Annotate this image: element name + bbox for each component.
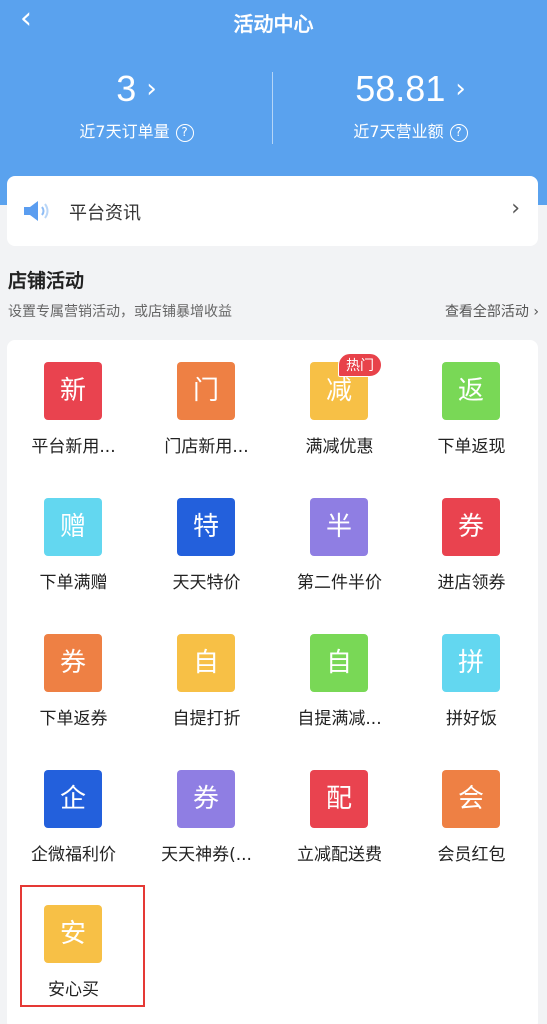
- activity-tile[interactable]: 新平台新用...: [7, 340, 140, 470]
- stat-divider: [272, 72, 273, 144]
- page-title: 活动中心: [233, 12, 314, 36]
- activity-label: 天天神券(...: [161, 845, 252, 865]
- activity-icon: 自: [177, 634, 235, 692]
- activity-grid: 新平台新用... 门门店新用... 减满减优惠返下单返现赠下单满赠特天天特价半第二件…: [7, 340, 538, 1024]
- activity-label: 下单满赠: [39, 573, 108, 593]
- activity-icon: 会: [442, 770, 500, 828]
- platform-news-bar[interactable]: 平台资讯 ›: [7, 176, 538, 246]
- activity-icon: 赠: [44, 498, 102, 556]
- view-all-label: 查看全部活动: [444, 304, 529, 320]
- activity-tile[interactable]: 门门店新用...: [140, 340, 273, 470]
- stat-orders[interactable]: 3 › 近7天订单量?: [0, 66, 273, 142]
- activity-icon: 配: [310, 770, 368, 828]
- activity-label: 下单返现: [437, 437, 506, 457]
- activity-label: 下单返券: [39, 709, 108, 729]
- activity-label: 满减优惠: [305, 437, 374, 457]
- activity-tile[interactable]: 券下单返券: [7, 612, 140, 742]
- activity-tile[interactable]: 会会员红包: [405, 748, 538, 878]
- activity-tile[interactable]: 券进店领券: [405, 476, 538, 606]
- stat-revenue[interactable]: 58.81 › 近7天营业额?: [274, 66, 547, 142]
- stat-orders-value: 3: [116, 68, 137, 109]
- chevron-right-icon: ›: [511, 196, 520, 221]
- activity-icon: 券: [442, 498, 500, 556]
- activity-label: 第二件半价: [297, 573, 382, 593]
- activity-tile[interactable]: 券天天神券(...: [140, 748, 273, 878]
- activity-tile[interactable]: 自自提满减...: [273, 612, 406, 742]
- section-title: 店铺活动: [8, 270, 85, 292]
- activity-icon: 券: [44, 634, 102, 692]
- stat-orders-label: 近7天订单量: [79, 122, 170, 141]
- activity-label: 天天特价: [172, 573, 241, 593]
- activity-tile[interactable]: 拼拼好饭: [405, 612, 538, 742]
- activity-label: 进店领券: [437, 573, 506, 593]
- activity-tile[interactable]: 企企微福利价: [7, 748, 140, 878]
- activity-icon: 特: [177, 498, 235, 556]
- activity-label: 自提打折: [172, 709, 241, 729]
- activity-label: 企微福利价: [31, 845, 116, 865]
- activity-icon: 半: [310, 498, 368, 556]
- activity-label: 拼好饭: [446, 709, 497, 729]
- activity-tile[interactable]: 自自提打折: [140, 612, 273, 742]
- activity-label: 会员红包: [437, 845, 506, 865]
- section-subtitle: 设置专属营销活动，或店铺暴增收益: [8, 304, 232, 320]
- activity-tile[interactable]: 安安心买: [7, 883, 140, 1013]
- chevron-right-icon: ›: [455, 74, 466, 104]
- hot-badge: 热门: [338, 353, 382, 377]
- activity-icon: 门: [177, 362, 235, 420]
- stat-revenue-label: 近7天营业额: [353, 122, 444, 141]
- view-all-link[interactable]: 查看全部活动 ›: [445, 301, 539, 321]
- question-icon[interactable]: ?: [175, 124, 194, 142]
- chevron-right-icon: ›: [146, 74, 157, 104]
- activity-icon: 新: [44, 362, 102, 420]
- activity-label: 门店新用...: [164, 437, 249, 457]
- activity-icon: 券: [177, 770, 235, 828]
- activity-tile[interactable]: 返下单返现: [405, 340, 538, 470]
- activity-tile[interactable]: 配立减配送费: [273, 748, 406, 878]
- speaker-icon: [24, 201, 49, 221]
- activity-icon: 拼: [442, 634, 500, 692]
- activity-icon: 安: [44, 905, 102, 963]
- activity-icon: 自: [310, 634, 368, 692]
- stat-revenue-value: 58.81: [355, 68, 446, 109]
- activity-label: 自提满减...: [297, 709, 382, 729]
- activity-icon: 返: [442, 362, 500, 420]
- activity-label: 立减配送费: [297, 845, 382, 865]
- chevron-right-icon: ›: [533, 304, 539, 320]
- question-icon[interactable]: ?: [449, 124, 468, 142]
- activity-icon: 企: [44, 770, 102, 828]
- activity-tile[interactable]: 半第二件半价: [273, 476, 406, 606]
- notice-text: 平台资讯: [69, 203, 141, 224]
- activity-label: 安心买: [48, 980, 99, 1000]
- header-bar: ‹ 活动中心 3 › 近7天订单量? 58.81 › 近7天营业额?: [0, 0, 547, 205]
- activity-tile[interactable]: 特天天特价: [140, 476, 273, 606]
- activity-label: 平台新用...: [31, 437, 116, 457]
- activity-tile[interactable]: 赠下单满赠: [7, 476, 140, 606]
